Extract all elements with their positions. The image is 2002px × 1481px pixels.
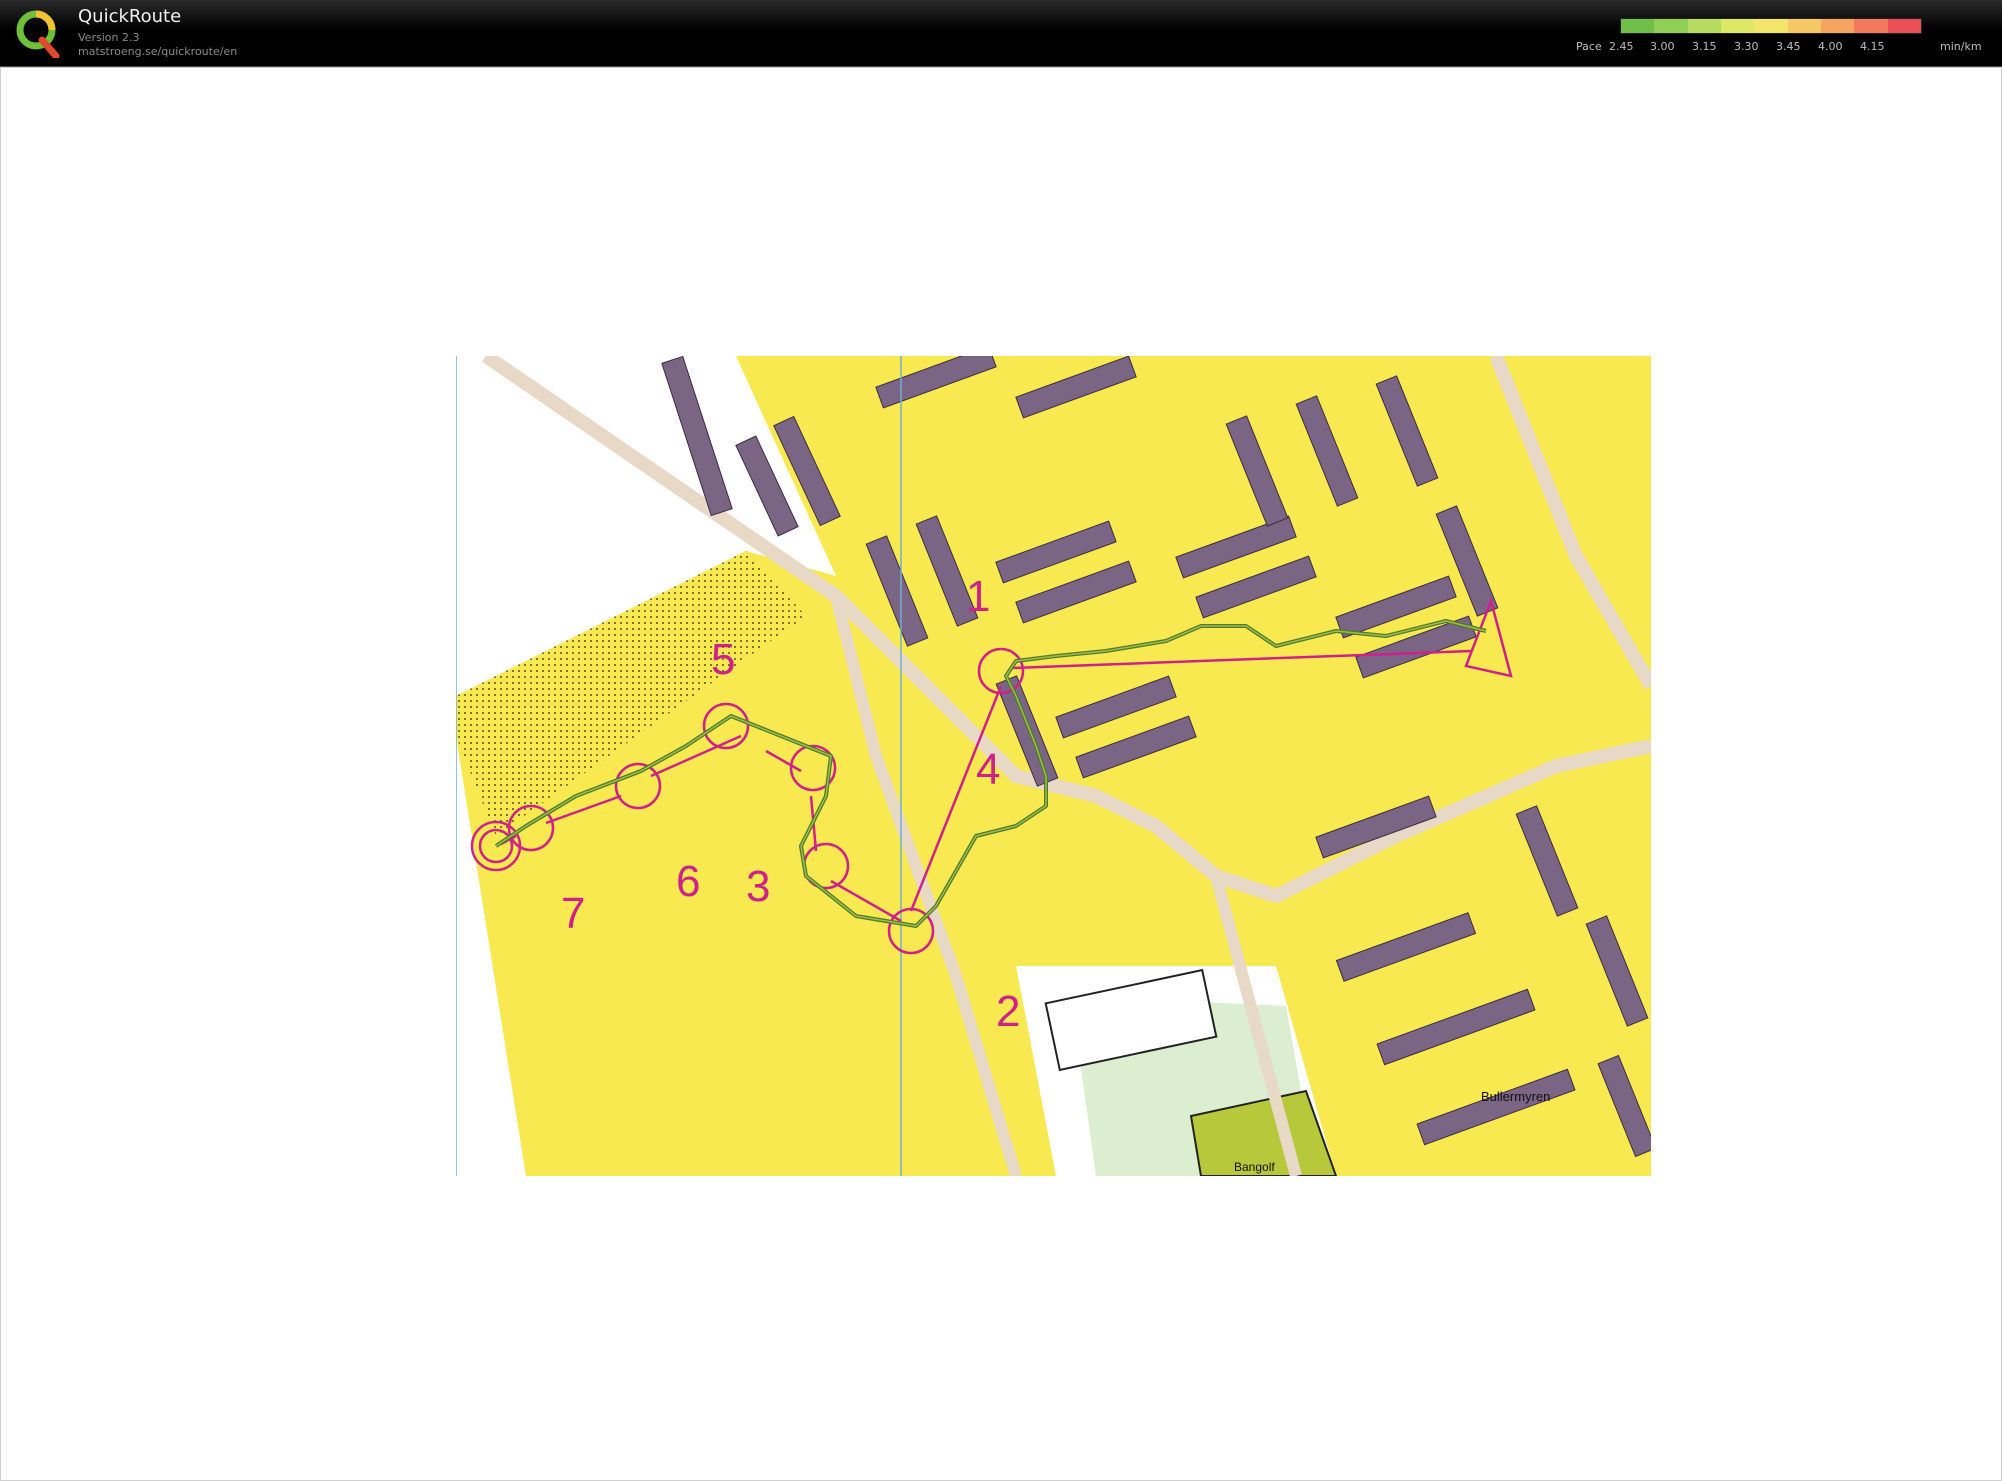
place-label-bangolf: Bangolf bbox=[1234, 1160, 1275, 1174]
pace-tick: 2.45 bbox=[1609, 40, 1634, 53]
pace-color-segment bbox=[1654, 19, 1688, 33]
pace-color-segment bbox=[1754, 19, 1788, 33]
control-number-3: 3 bbox=[746, 862, 770, 911]
control-number-1: 1 bbox=[966, 572, 990, 621]
pace-unit: min/km bbox=[1940, 40, 1982, 53]
quickroute-logo-icon bbox=[16, 10, 60, 58]
pace-color-segment bbox=[1687, 19, 1721, 33]
control-number-6: 6 bbox=[676, 857, 700, 906]
pace-tick: 3.15 bbox=[1692, 40, 1717, 53]
control-number-4: 4 bbox=[976, 745, 1000, 794]
app-version: Version 2.3 bbox=[78, 31, 140, 44]
pace-legend: Pace 2.45 3.00 3.15 3.30 3.45 4.00 4.15 … bbox=[1570, 18, 1990, 58]
pace-color-segment bbox=[1887, 19, 1921, 33]
pace-tick: 4.00 bbox=[1818, 40, 1843, 53]
map-viewport[interactable]: 1 2 3 4 5 6 7 Bullermyren Bangolf bbox=[0, 67, 2002, 1481]
pace-color-scale bbox=[1620, 18, 1922, 34]
top-bar: QuickRoute Version 2.3 matstroeng.se/qui… bbox=[0, 0, 2002, 67]
app-title: QuickRoute bbox=[78, 6, 182, 27]
control-number-7: 7 bbox=[561, 889, 585, 938]
pace-tick: 3.00 bbox=[1650, 40, 1675, 53]
pace-tick: 4.15 bbox=[1860, 40, 1885, 53]
pace-color-segment bbox=[1820, 19, 1855, 33]
control-number-2: 2 bbox=[996, 987, 1020, 1036]
pace-tick: 3.45 bbox=[1776, 40, 1801, 53]
pace-color-segment bbox=[1720, 19, 1755, 33]
pace-color-segment bbox=[1621, 19, 1655, 33]
pace-label: Pace bbox=[1576, 40, 1602, 53]
pace-color-segment bbox=[1787, 19, 1821, 33]
pace-tick: 3.30 bbox=[1734, 40, 1759, 53]
control-number-5: 5 bbox=[711, 635, 735, 684]
pace-color-segment bbox=[1854, 19, 1888, 33]
orienteering-map[interactable]: 1 2 3 4 5 6 7 Bullermyren Bangolf bbox=[456, 356, 1651, 1176]
place-label-bullermyren: Bullermyren bbox=[1481, 1089, 1550, 1104]
app-url-link[interactable]: matstroeng.se/quickroute/en bbox=[78, 45, 237, 58]
